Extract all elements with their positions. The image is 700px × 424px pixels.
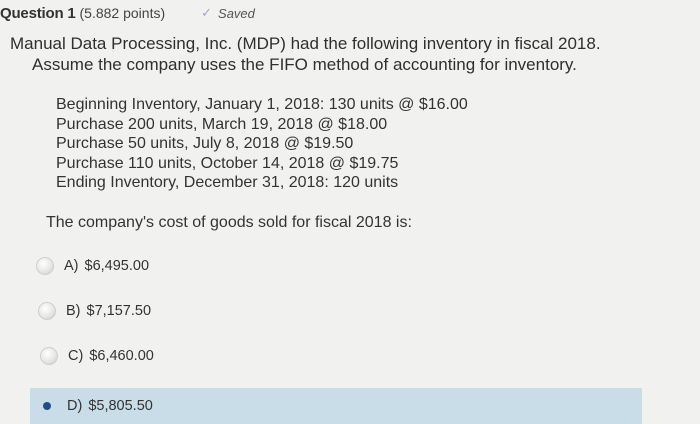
radio-button[interactable] bbox=[36, 257, 54, 275]
answer-option-b[interactable]: B) $7,157.50 bbox=[38, 298, 151, 324]
detail-line: Purchase 110 units, October 14, 2018 @ $… bbox=[56, 154, 399, 172]
detail-line: Ending Inventory, December 31, 2018: 120… bbox=[56, 174, 399, 191]
question-text: The company's cost of goods sold for fis… bbox=[46, 214, 412, 231]
question-points: (5.882 points) bbox=[79, 5, 166, 21]
radio-button[interactable] bbox=[40, 347, 58, 365]
option-letter: A) bbox=[64, 258, 79, 274]
option-text: $6,460.00 bbox=[89, 348, 154, 364]
option-letter: D) bbox=[67, 398, 83, 414]
prompt-line-1: Manual Data Processing, Inc. (MDP) had t… bbox=[10, 34, 601, 53]
question-prompt: Manual Data Processing, Inc. (MDP) had t… bbox=[10, 33, 670, 75]
radio-button[interactable] bbox=[38, 302, 56, 320]
saved-status: ✓ Saved bbox=[201, 5, 255, 21]
detail-line: Purchase 50 units, July 8, 2018 @ $19.50 bbox=[56, 135, 354, 152]
answer-option-a[interactable]: A) $6,495.00 bbox=[36, 253, 149, 279]
question-header: Question 1 (5.882 points) ✓ Saved bbox=[0, 3, 255, 23]
option-text: $7,157.50 bbox=[86, 303, 152, 319]
answer-option-d[interactable]: D) $5,805.50 bbox=[30, 388, 642, 424]
detail-line: Beginning Inventory, January 1, 2018: 13… bbox=[56, 96, 468, 113]
answer-option-c[interactable]: C) $6,460.00 bbox=[40, 343, 154, 369]
option-letter: B) bbox=[66, 303, 81, 319]
detail-line: Purchase 200 units, March 19, 2018 @ $18… bbox=[56, 115, 388, 133]
option-text: $6,495.00 bbox=[84, 258, 150, 274]
saved-label: Saved bbox=[218, 5, 255, 21]
check-icon: ✓ bbox=[201, 5, 213, 20]
option-letter: C) bbox=[68, 348, 84, 364]
question-title: Question 1 bbox=[0, 4, 76, 22]
prompt-line-2: Assume the company uses the FIFO method … bbox=[32, 55, 577, 74]
option-text: $5,805.50 bbox=[88, 398, 153, 414]
inventory-details: Beginning Inventory, January 1, 2018: 13… bbox=[56, 95, 468, 193]
radio-button-selected[interactable] bbox=[43, 402, 51, 410]
